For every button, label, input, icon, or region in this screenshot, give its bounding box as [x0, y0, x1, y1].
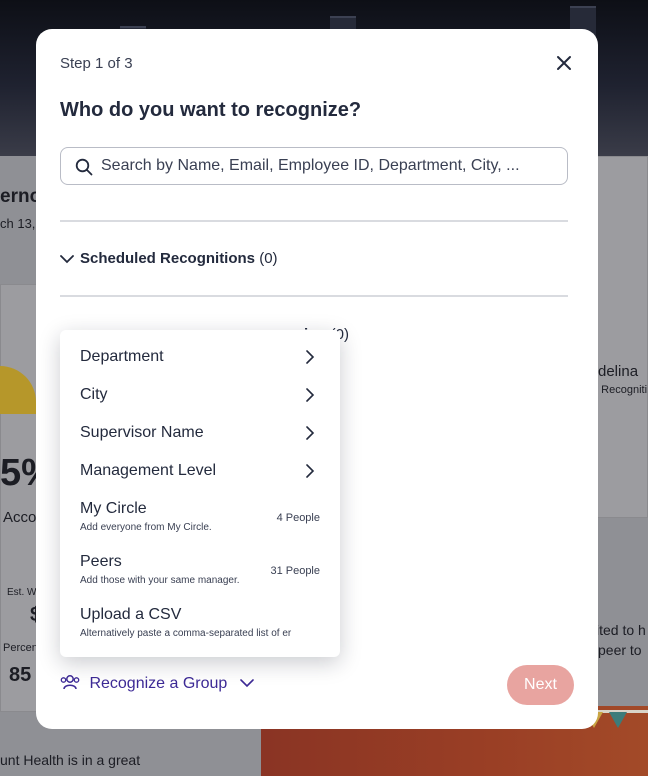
menu-item-description: Add everyone from My Circle. — [80, 522, 212, 533]
section-label: Scheduled Recognitions — [80, 250, 256, 267]
est-label: Est. W — [7, 587, 37, 598]
menu-item-description: Add those with your same manager. — [80, 575, 240, 586]
health-text: unt Health is in a great — [0, 752, 141, 768]
menu-item-management-level[interactable]: Management Level — [60, 452, 340, 490]
section-count: (0) — [259, 250, 278, 267]
chevron-down-icon — [60, 255, 74, 264]
menu-item-label: My Circle — [80, 500, 147, 517]
step-indicator: Step 1 of 3 — [60, 55, 133, 72]
search-field[interactable] — [60, 147, 568, 185]
menu-item-my-circle[interactable]: My Circle Add everyone from My Circle. 4… — [60, 492, 340, 544]
menu-item-label: Upload a CSV — [80, 606, 182, 623]
divider — [60, 295, 568, 297]
number-text: 85 — [9, 664, 32, 686]
percent-label: Percen — [3, 642, 38, 654]
group-icon — [60, 675, 80, 690]
next-button[interactable]: Next — [507, 665, 574, 705]
search-icon — [75, 158, 93, 176]
chevron-right-icon — [306, 350, 315, 364]
menu-item-count: 31 People — [270, 565, 320, 577]
menu-item-count: 4 People — [276, 512, 320, 524]
account-label: Acco — [3, 509, 37, 526]
invited-text: ited to h — [596, 622, 646, 638]
group-menu: Department City Supervisor Name Manageme… — [60, 330, 340, 657]
search-input[interactable] — [101, 154, 556, 178]
date-text: ch 13, — [0, 216, 36, 231]
menu-item-label: Department — [80, 348, 164, 365]
modal-title: Who do you want to recognize? — [60, 99, 362, 121]
chevron-right-icon — [306, 464, 315, 478]
close-icon[interactable] — [554, 53, 574, 73]
menu-item-peers[interactable]: Peers Add those with your same manager. … — [60, 545, 340, 597]
chevron-right-icon — [306, 388, 315, 402]
divider — [60, 220, 568, 222]
chevron-down-icon — [239, 679, 254, 688]
peer-text: peer to — [598, 642, 642, 658]
menu-item-department[interactable]: Department — [60, 338, 340, 376]
scheduled-recognitions-toggle[interactable]: Scheduled Recognitions (0) — [60, 250, 278, 267]
flag-icon — [609, 712, 627, 728]
recognize-group-button[interactable]: Recognize a Group — [60, 673, 254, 693]
menu-item-city[interactable]: City — [60, 376, 340, 414]
menu-item-label: City — [80, 386, 108, 403]
person-name: delina — [598, 363, 639, 380]
recognition-text: o Recogniti — [592, 384, 648, 396]
chevron-right-icon — [306, 426, 315, 440]
menu-item-description: Alternatively paste a comma-separated li… — [80, 628, 292, 639]
recognize-group-label: Recognize a Group — [89, 675, 228, 692]
menu-item-label: Peers — [80, 553, 122, 570]
menu-item-label: Supervisor Name — [80, 424, 204, 441]
menu-item-supervisor-name[interactable]: Supervisor Name — [60, 414, 340, 452]
menu-item-label: Management Level — [80, 462, 217, 479]
menu-item-upload-csv[interactable]: Upload a CSV Alternatively paste a comma… — [60, 598, 340, 650]
